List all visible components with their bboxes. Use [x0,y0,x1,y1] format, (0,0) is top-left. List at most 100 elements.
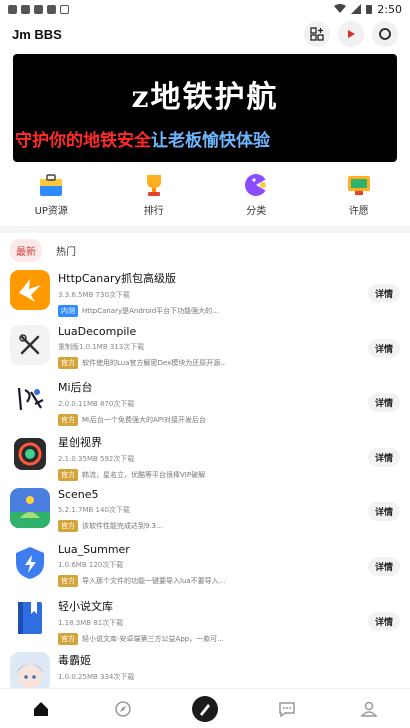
list-item[interactable]: HttpCanary抓包高级版 3.3.6.5MB 730次下载 内测 Http… [0,264,410,319]
notification-icon [47,4,56,14]
app-meta: 5.2.1.7MB 140次下载 [58,506,130,515]
app-description: 软件使用的Lua官方解密Dex模块为还原开源... [82,358,227,367]
play-button[interactable] [338,21,364,47]
app-description: Mi后台一个免费强大的API对接开发后台 [82,416,207,425]
list-tabs: 最新 热门 [10,239,82,262]
toolbox-icon [40,174,63,196]
list-item[interactable]: 星创视界 2.1.0.35MB 592次下载 官方 韩流，星名立，优酷等平台很棒… [0,428,410,483]
bottom-nav [0,688,410,728]
category-label: 排行 [143,206,164,217]
app-name: LuaDecompile [58,324,137,338]
app-meta: 1.18.3MB 81次下载 [58,618,124,627]
nav-discover[interactable] [82,700,164,718]
category-wish[interactable]: 许愿 [308,172,410,224]
list-item[interactable]: Mi后台 2.0.0.11MB 870次下载 官方 Mi后台一个免费强大的API… [0,373,410,428]
category-classify[interactable]: 分类 [205,172,308,224]
list-item[interactable]: Scene5 5.2.1.7MB 140次下载 官方 该软件性能完成达到9.3.… [0,482,410,537]
app-name: 毒霸姬 [58,654,91,668]
app-name: 星创视界 [58,435,102,449]
category-bar: UP资源 排行 分类 许愿 [0,172,410,224]
home-icon [34,701,48,716]
app-description: HttpCanary是Android平台下功能强大的... [82,307,219,315]
app-meta: 1.0.6MB 120次下载 [58,560,124,569]
chat-icon [279,701,295,717]
app-meta: 重制版1.0.1MB 313次下载 [58,342,145,351]
game-console-icon [347,176,370,195]
banner-subtitle: 守护你的地铁安全让老板愉快体验 [15,126,270,151]
app-icon-anime-girl [10,652,50,693]
app-icon-tools [10,324,50,365]
banner-subtitle-red: 守护你的地铁安全 [15,131,151,151]
signal-icon [351,4,362,14]
app-description: 轻小说文库-安卓端第三方公益App，一款可... [82,634,224,643]
app-icon-android [10,488,50,529]
compass-icon [115,700,131,717]
app-tag: 内测 [58,305,78,317]
category-label: UP资源 [34,206,68,217]
detail-button[interactable]: 详情 [367,338,400,358]
detail-button[interactable]: 详情 [367,284,400,303]
app-tag: 官方 [58,468,78,481]
section-divider [0,226,410,233]
list-item[interactable]: Lua_Summer 1.0.6MB 120次下载 官方 导入那个文件的功能一键… [0,537,410,592]
ring-icon [379,28,391,40]
pen-icon [192,695,218,722]
clock: 2:50 [377,2,402,16]
nav-home[interactable] [0,700,82,718]
app-name: Scene5 [58,488,99,502]
app-meta: 2.1.0.35MB 592次下载 [58,454,135,463]
app-tag: 官方 [58,520,78,533]
category-ranking[interactable]: 排行 [103,172,206,224]
nav-messages[interactable] [246,700,328,718]
app-tag: 官方 [58,632,78,645]
notification-icon [8,4,17,14]
nav-post[interactable] [164,695,246,723]
app-name: 轻小说文库 [58,599,113,613]
app-meta: 2.0.0.11MB 870次下载 [58,400,135,409]
grid-add-button[interactable] [304,21,330,47]
banner-subtitle-blue: 让老板愉快体验 [151,131,270,151]
circle-button[interactable] [372,21,398,47]
tab-latest[interactable]: 最新 [10,239,42,262]
detail-button[interactable]: 详情 [367,611,400,631]
nav-profile[interactable] [328,700,410,718]
app-tag: 官方 [58,356,78,369]
app-icon-book [10,597,50,638]
app-icon-calligraphy [10,379,50,420]
app-icon-vision [10,433,50,474]
battery-icon [366,5,373,14]
app-icon-shield [10,542,50,583]
tab-hot[interactable]: 热门 [50,239,82,262]
detail-button[interactable]: 详情 [367,502,400,522]
category-label: 许愿 [348,206,369,217]
status-bar: 2:50 [0,0,410,18]
profile-icon [360,701,378,717]
app-bar: Jm BBS [0,18,410,50]
grid-add-icon [310,27,324,41]
notification-icon [21,4,30,14]
detail-button[interactable]: 详情 [367,556,400,576]
category-label: 分类 [246,206,267,217]
category-up-resources[interactable]: UP资源 [0,172,103,224]
wifi-icon [334,4,347,13]
detail-button[interactable]: 详情 [367,447,400,467]
app-description: 导入那个文件的功能一键要导入lua不要导入... [82,576,226,585]
pacman-icon [245,174,269,196]
list-item[interactable]: LuaDecompile 重制版1.0.1MB 313次下载 官方 软件使用的L… [0,319,410,374]
list-item[interactable]: 轻小说文库 1.18.3MB 81次下载 官方 轻小说文库-安卓端第三方公益Ap… [0,592,410,647]
app-description: 韩流，星名立，优酷等平台很棒VIP破解 [82,470,206,479]
app-title: Jm BBS [12,26,62,42]
app-tag: 官方 [58,414,78,427]
app-name: HttpCanary抓包高级版 [58,272,177,285]
app-list: HttpCanary抓包高级版 3.3.6.5MB 730次下载 内测 Http… [0,264,410,701]
banner[interactable]: z地铁护航 守护你的地铁安全让老板愉快体验 [13,54,397,162]
app-meta: 3.3.6.5MB 730次下载 [58,291,130,299]
trophy-icon [146,175,161,196]
app-meta: 1.0.0.25MB 334次下载 [58,673,135,682]
notification-icon [34,4,43,14]
app-icon-bird [10,270,50,310]
banner-title: z地铁护航 [131,80,279,115]
app-tag: 官方 [58,574,78,587]
notification-icons [8,4,69,14]
detail-button[interactable]: 详情 [367,393,400,413]
